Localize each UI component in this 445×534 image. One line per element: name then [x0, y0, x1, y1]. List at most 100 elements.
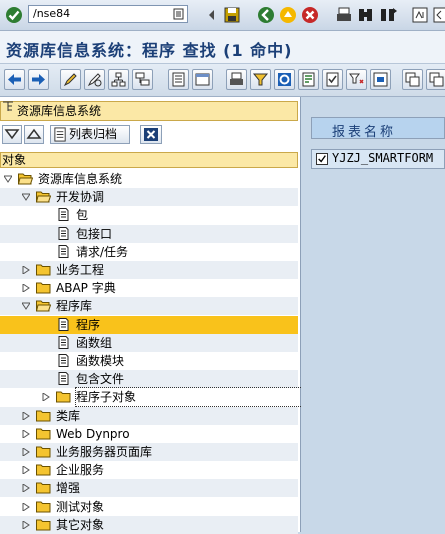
expand-button[interactable]: [2, 125, 22, 144]
tree-node-label: 包接口: [76, 226, 113, 241]
tree-node[interactable]: 包接口: [0, 224, 298, 243]
tree-node-label: 企业服务: [56, 463, 105, 478]
display-icon[interactable]: [84, 69, 105, 90]
result-row[interactable]: YJZJ_SMARTFORM: [311, 149, 445, 169]
panel-header-label: 资源库信息系统: [17, 104, 102, 118]
collapsed-arrow-icon[interactable]: [22, 520, 30, 529]
title-bar: 资源库信息系统：程序 查找 (1 命中): [0, 31, 445, 64]
document-icon: [58, 372, 69, 386]
archive-icon: [54, 127, 66, 142]
tree-node-label: Web Dynpro: [56, 426, 130, 441]
row-checkbox[interactable]: [316, 153, 328, 165]
list-archive-button[interactable]: 列表归档: [50, 125, 130, 144]
tree-node[interactable]: 程序子对象: [0, 387, 318, 408]
close-icon: [144, 128, 158, 141]
select-icon[interactable]: [322, 69, 343, 90]
collapsed-arrow-icon[interactable]: [22, 466, 30, 475]
find-icon[interactable]: [356, 5, 376, 25]
print-icon-2[interactable]: [226, 69, 247, 90]
command-field[interactable]: /nse84: [28, 5, 188, 23]
cancel-icon[interactable]: [300, 5, 320, 25]
tree-node[interactable]: 包含文件: [0, 370, 298, 389]
delete-icon[interactable]: [426, 69, 445, 90]
collapsed-arrow-icon[interactable]: [22, 429, 30, 438]
tree-node-label: 增强: [56, 481, 81, 496]
close-panel-button[interactable]: [140, 125, 162, 144]
collapsed-arrow-icon[interactable]: [22, 448, 30, 456]
collapse-button[interactable]: [24, 125, 44, 144]
expanded-arrow-icon[interactable]: [22, 193, 30, 202]
tree-node[interactable]: 业务服务器页面库: [0, 443, 298, 461]
tree-node[interactable]: 函数组: [0, 333, 298, 352]
column-header-objects: 对象: [0, 152, 298, 168]
edit-icon[interactable]: [60, 69, 81, 90]
filter-icon[interactable]: [250, 69, 271, 90]
next-object-icon[interactable]: [28, 69, 49, 90]
collapsed-arrow-icon[interactable]: [42, 393, 50, 402]
folder-open-icon: [18, 173, 33, 185]
history-icon[interactable]: [172, 6, 186, 22]
first-page-icon[interactable]: [410, 5, 430, 25]
collapsed-arrow-icon[interactable]: [22, 266, 30, 274]
collapsed-arrow-icon[interactable]: [22, 484, 30, 493]
previous-page-icon[interactable]: [431, 5, 445, 25]
hierarchy-icon[interactable]: [108, 69, 129, 90]
tree-node[interactable]: 测试对象: [0, 498, 298, 516]
save-icon[interactable]: [222, 5, 242, 25]
tree-node[interactable]: 业务工程: [0, 261, 298, 279]
application-toolbar: [0, 64, 445, 97]
expanded-arrow-icon[interactable]: [22, 302, 30, 311]
enter-icon[interactable]: [4, 5, 24, 25]
tree-node-label: 函数模块: [76, 354, 125, 368]
where-used-icon[interactable]: [132, 69, 153, 90]
folder-icon: [36, 446, 51, 458]
tree-node[interactable]: 其它对象: [0, 515, 298, 534]
document-icon: [58, 335, 69, 349]
tree-node[interactable]: 开发协调: [0, 188, 298, 207]
checkmark-icon: [318, 155, 326, 163]
tree-node[interactable]: 程序: [0, 315, 298, 334]
tree-node-label: 开发协调: [56, 190, 105, 205]
tree-node[interactable]: 程序库: [0, 297, 298, 316]
folder-icon: [36, 282, 51, 294]
folder-icon: [36, 501, 51, 513]
tree-node[interactable]: Web Dynpro: [0, 425, 298, 443]
tree-node[interactable]: 包: [0, 206, 298, 224]
refresh-icon[interactable]: [274, 69, 295, 90]
results-column-header[interactable]: 报表名称: [311, 117, 445, 140]
tree-node-label: 程序子对象: [74, 387, 318, 408]
document-icon: [58, 317, 69, 331]
tree-node-label: ABAP 字典: [56, 281, 116, 296]
collapsed-arrow-icon[interactable]: [22, 284, 30, 293]
exit-icon[interactable]: [278, 5, 298, 25]
tree-node[interactable]: 增强: [0, 479, 298, 498]
find-next-icon[interactable]: [378, 5, 398, 25]
back-icon[interactable]: [256, 5, 276, 25]
copy-icon[interactable]: [402, 69, 423, 90]
folder-icon: [36, 410, 51, 422]
results-panel: 报表名称 YJZJ_SMARTFORM: [301, 97, 445, 532]
details-icon[interactable]: [298, 69, 319, 90]
sort-icon[interactable]: [346, 69, 367, 90]
collapsed-arrow-icon[interactable]: [22, 502, 30, 511]
sum-icon[interactable]: [370, 69, 391, 90]
tree-node-label: 程序: [76, 317, 101, 332]
tree-node[interactable]: ABAP 字典: [0, 279, 298, 297]
tree-node-label: 包: [76, 208, 89, 223]
tree-node[interactable]: 请求/任务: [0, 243, 298, 261]
tree-node-label: 业务工程: [56, 263, 105, 277]
tree-node[interactable]: 函数模块: [0, 352, 298, 370]
print-icon[interactable]: [334, 5, 354, 25]
collapse-icon: [26, 128, 42, 139]
local-list-icon[interactable]: [192, 69, 213, 90]
expanded-arrow-icon[interactable]: [4, 175, 12, 183]
print-list-icon[interactable]: [168, 69, 189, 90]
previous-object-icon[interactable]: [4, 69, 25, 90]
tree-node-label: 请求/任务: [76, 244, 129, 259]
tree-node[interactable]: 资源库信息系统: [0, 170, 298, 188]
report-name[interactable]: YJZJ_SMARTFORM: [332, 151, 433, 165]
tree-node[interactable]: 企业服务: [0, 461, 298, 479]
collapsed-arrow-icon[interactable]: [22, 411, 30, 420]
back-arrow-icon[interactable]: [202, 5, 222, 25]
tree-node[interactable]: 类库: [0, 406, 298, 425]
